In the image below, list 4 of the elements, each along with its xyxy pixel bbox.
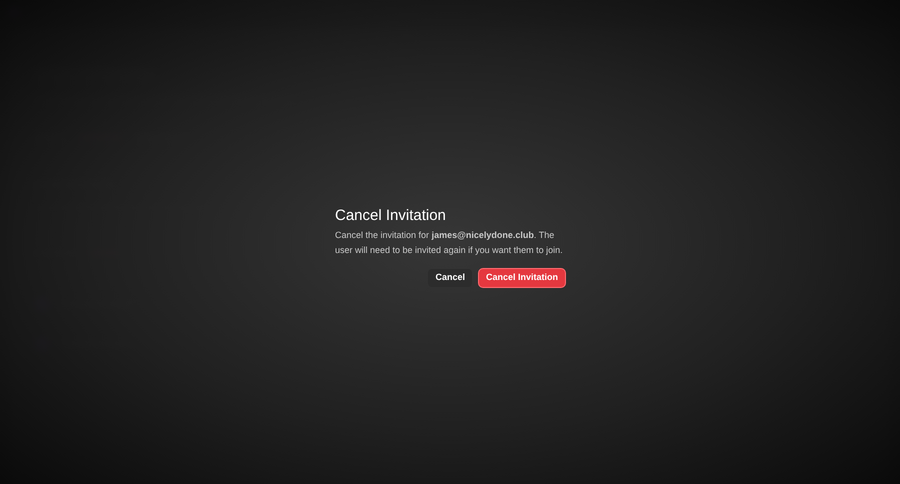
confirm-cancel-button[interactable]: Cancel Invitation (478, 268, 565, 286)
dialog-title: Cancel Invitation (335, 206, 447, 226)
cancel-button[interactable]: Cancel (428, 268, 472, 286)
dialog-message: Cancel the invitation for james@nicelydone.club. The user will need to be invited again if you want them to join. (335, 228, 564, 257)
